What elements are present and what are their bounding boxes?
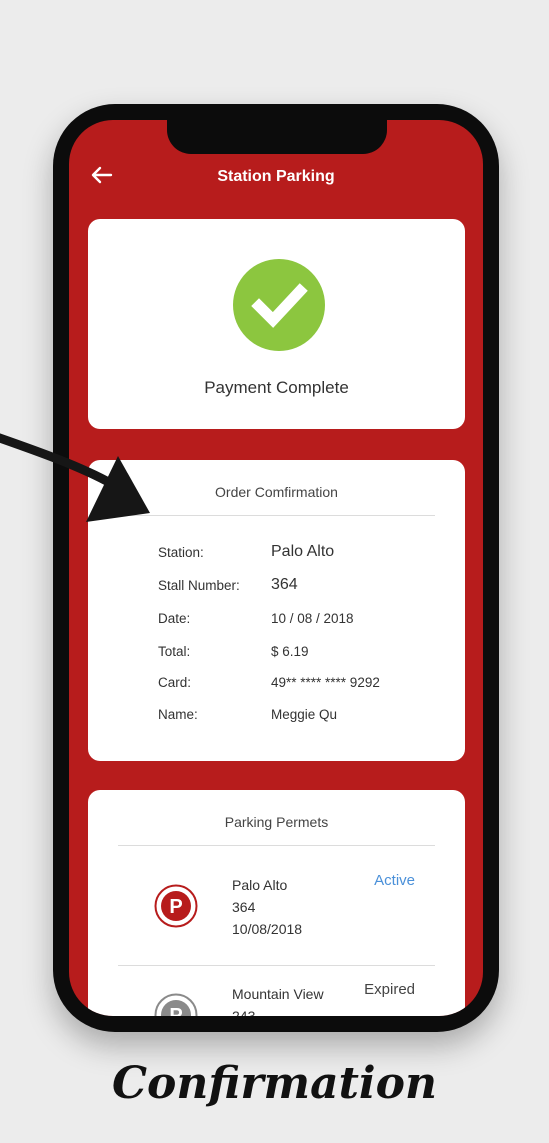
order-label: Stall Number:	[158, 578, 240, 593]
order-value: Palo Alto	[271, 543, 335, 560]
checkmark-icon	[251, 283, 308, 328]
order-label: Card:	[158, 675, 192, 690]
order-label: Date:	[158, 611, 191, 626]
page-title: Station Parking	[217, 168, 335, 185]
order-label: Station:	[158, 545, 204, 560]
divider	[118, 845, 435, 846]
phone-frame: Station Parking Payment Complete Order C…	[53, 104, 499, 1032]
divider	[118, 515, 435, 516]
order-row-name: Name: Meggie Qu	[158, 705, 445, 727]
order-value: 10 / 08 / 2018	[271, 611, 354, 626]
order-row-station: Station: Palo Alto	[158, 543, 445, 565]
permit-stall: 243	[232, 1008, 256, 1016]
app-header: Station Parking	[69, 156, 483, 196]
permit-date: 10/08/2018	[232, 921, 303, 937]
parking-icon: P	[154, 993, 198, 1016]
permit-station: Mountain View	[232, 986, 324, 1002]
order-value: 49** **** **** 9292	[271, 675, 380, 690]
order-row-card: Card: 49** **** **** 9292	[158, 673, 445, 695]
parking-permits-heading: Parking Permets	[224, 814, 329, 830]
parking-permits-card: Parking Permets P Palo Alto 364 10/08/20…	[88, 790, 465, 1016]
order-value: Meggie Qu	[271, 707, 338, 722]
order-value: $ 6.19	[271, 644, 309, 659]
permit-status-expired: Expired	[364, 981, 415, 998]
caption-title: Confirmation	[112, 1058, 437, 1109]
permit-details: Mountain View 243	[232, 983, 324, 1016]
divider	[118, 965, 435, 966]
permit-details: Palo Alto 364 10/08/2018	[232, 874, 302, 940]
order-confirmation-card: Order Comfirmation Station: Palo Alto St…	[88, 460, 465, 761]
permit-status-active: Active	[374, 872, 415, 889]
order-value: 364	[271, 576, 298, 593]
parking-icon: P	[154, 884, 198, 928]
svg-text:P: P	[169, 896, 182, 918]
payment-status-text: Payment Complete	[204, 378, 349, 397]
phone-notch	[167, 120, 387, 154]
payment-status-card: Payment Complete	[88, 219, 465, 429]
app-screen: Station Parking Payment Complete Order C…	[69, 120, 483, 1016]
permit-item[interactable]: P Mountain View 243 Expired	[88, 967, 465, 1016]
order-row-total: Total: $ 6.19	[158, 642, 445, 664]
permit-station: Palo Alto	[232, 877, 288, 893]
order-confirmation-heading: Order Comfirmation	[215, 484, 338, 500]
order-label: Total:	[158, 644, 191, 659]
order-row-date: Date: 10 / 08 / 2018	[158, 609, 445, 631]
order-label: Name:	[158, 707, 198, 722]
success-badge	[233, 259, 325, 351]
svg-text:P: P	[169, 1005, 182, 1016]
order-row-stall: Stall Number: 364	[158, 576, 445, 598]
permit-item[interactable]: P Palo Alto 364 10/08/2018 Active	[88, 858, 465, 958]
permit-stall: 364	[232, 899, 256, 915]
